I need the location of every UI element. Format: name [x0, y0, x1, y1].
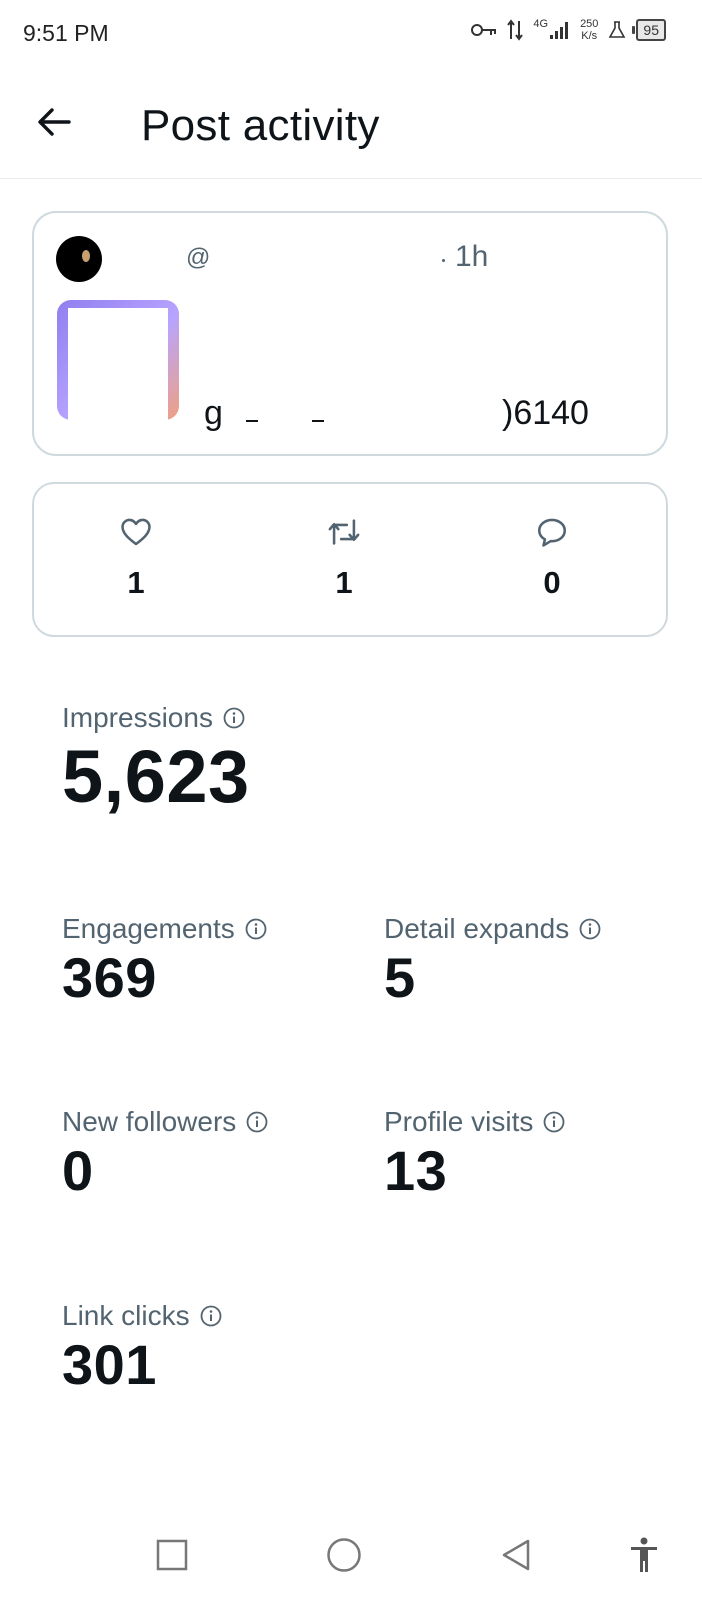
detail-expands-label-row: Detail expands — [384, 913, 601, 945]
heart-icon — [121, 518, 151, 546]
link-clicks-label-row: Link clicks — [62, 1300, 222, 1332]
info-icon[interactable] — [200, 1305, 222, 1327]
avatar[interactable] — [56, 236, 102, 282]
replies-count: 0 — [543, 565, 561, 600]
new-followers-metric: New followers 0 — [62, 1106, 268, 1203]
info-icon[interactable] — [543, 1111, 565, 1133]
link-clicks-value: 301 — [62, 1333, 157, 1396]
likes-stat[interactable]: 1 — [56, 515, 216, 601]
network-speed-value: 250 — [580, 18, 599, 30]
new-followers-value: 0 — [62, 1139, 94, 1202]
reposts-stat[interactable]: 1 — [264, 515, 424, 601]
repost-icon — [328, 519, 360, 545]
info-icon[interactable] — [245, 918, 267, 940]
redacted-text-mark — [246, 420, 258, 422]
arrow-left-icon — [38, 108, 71, 136]
info-icon[interactable] — [579, 918, 601, 940]
profile-visits-label: Profile visits — [384, 1106, 534, 1137]
reply-bubble-icon — [537, 518, 567, 547]
post-text-start: g — [204, 394, 223, 432]
profile-visits-value: 13 — [384, 1139, 448, 1202]
battery-indicator: 95 — [632, 19, 666, 41]
impressions-metric: Impressions 5,623 — [62, 702, 250, 819]
page-title: Post activity — [141, 101, 380, 150]
square-icon — [156, 1539, 188, 1571]
lab-flask-icon — [609, 21, 626, 38]
replies-stat[interactable]: 0 — [472, 515, 632, 601]
status-time: 9:51 PM — [23, 20, 109, 46]
post-handle: @ — [186, 244, 211, 271]
status-icons: 4G 250 K/s 95 — [471, 18, 666, 42]
engagements-metric: Engagements 369 — [62, 913, 267, 1010]
engagements-label-row: Engagements — [62, 913, 267, 945]
new-followers-label: New followers — [62, 1106, 237, 1137]
system-back-button[interactable] — [496, 1535, 536, 1575]
redacted-text-mark — [312, 420, 324, 422]
impressions-label: Impressions — [62, 702, 213, 733]
reposts-count: 1 — [335, 565, 353, 600]
likes-count: 1 — [127, 565, 145, 600]
impressions-label-row: Impressions — [62, 702, 250, 734]
post-text-end: )6140 — [502, 394, 589, 432]
link-clicks-label: Link clicks — [62, 1300, 190, 1331]
data-transfer-icon — [507, 19, 524, 41]
network-speed: 250 K/s — [580, 18, 598, 42]
profile-visits-metric: Profile visits 13 — [384, 1106, 565, 1203]
new-followers-label-row: New followers — [62, 1106, 268, 1138]
detail-expands-metric: Detail expands 5 — [384, 913, 601, 1010]
detail-expands-value: 5 — [384, 946, 416, 1009]
link-clicks-metric: Link clicks 301 — [62, 1300, 222, 1397]
triangle-back-icon — [502, 1539, 530, 1571]
engagements-label: Engagements — [62, 913, 235, 944]
detail-expands-label: Detail expands — [384, 913, 570, 944]
post-time: 1h — [455, 240, 489, 273]
header-divider — [0, 178, 702, 179]
vpn-key-icon — [471, 24, 497, 36]
signal-icon — [550, 22, 569, 39]
thumbnail-redaction — [68, 308, 168, 420]
circle-icon — [327, 1538, 361, 1572]
info-icon[interactable] — [246, 1111, 268, 1133]
accessibility-icon — [631, 1537, 657, 1572]
home-button[interactable] — [324, 1535, 364, 1575]
back-button[interactable] — [32, 100, 76, 144]
info-icon[interactable] — [223, 707, 245, 729]
accessibility-button[interactable] — [624, 1535, 664, 1575]
network-speed-unit: K/s — [581, 30, 598, 42]
network-type-label: 4G — [533, 18, 549, 30]
impressions-value: 5,623 — [62, 735, 250, 818]
recent-apps-button[interactable] — [152, 1535, 192, 1575]
engagements-value: 369 — [62, 946, 157, 1009]
profile-visits-label-row: Profile visits — [384, 1106, 565, 1138]
time-separator-dot — [442, 259, 445, 262]
